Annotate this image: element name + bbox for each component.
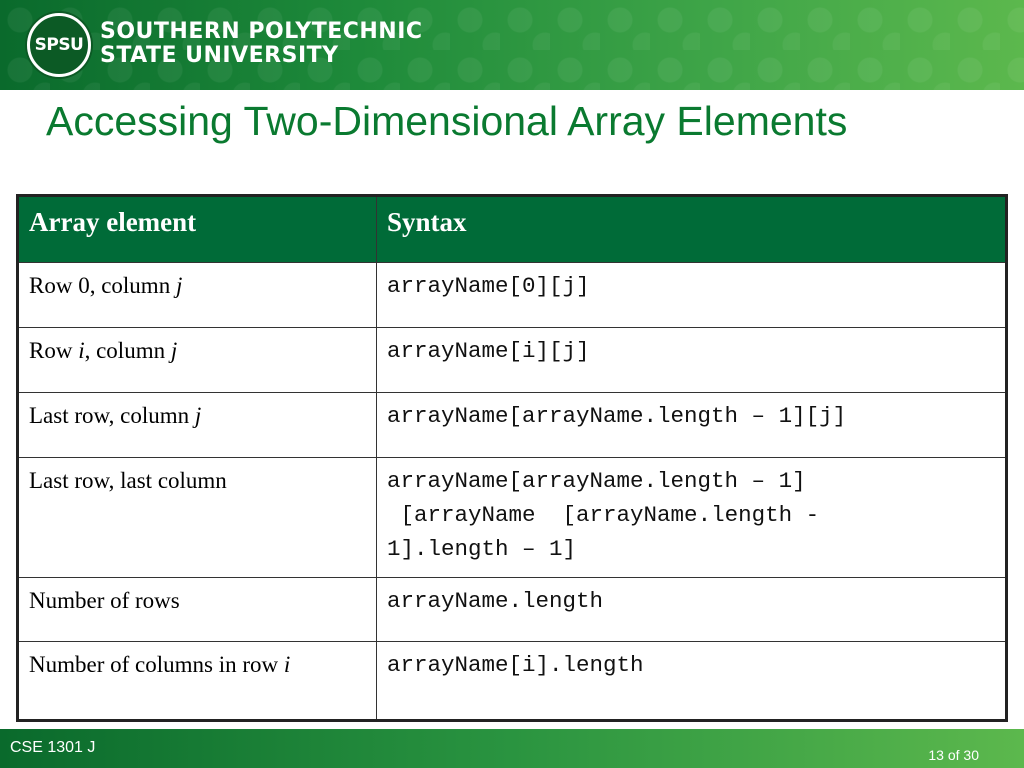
university-name-line2: STATE UNIVERSITY (100, 43, 339, 68)
element-var: j (175, 273, 183, 298)
logo-text: SPSU (34, 35, 84, 55)
header-array-element: Array element (17, 195, 377, 263)
element-var: j (194, 403, 202, 428)
array-element-cell: Last row, last column (17, 457, 377, 578)
slide-title: Accessing Two-Dimensional Array Elements (46, 98, 848, 144)
syntax-cell: arrayName[arrayName.length – 1][j] (376, 392, 1007, 458)
element-text: Number of rows (29, 588, 180, 613)
array-element-cell: Number of columns in row i (17, 641, 377, 721)
header-banner: SPSU SOUTHERN POLYTECHNIC STATE UNIVERSI… (0, 0, 1024, 90)
element-var: j (170, 338, 178, 363)
university-name-line1: SOUTHERN POLYTECHNIC (100, 19, 423, 44)
array-element-cell: Row 0, column j (17, 262, 377, 328)
table-row: Last row, last column arrayName[arrayNam… (17, 457, 1007, 578)
element-text: Last row, column (29, 403, 195, 428)
array-element-cell: Row i, column j (17, 327, 377, 393)
element-text: Row (29, 338, 79, 363)
array-element-cell: Number of rows (17, 577, 377, 642)
syntax-cell: arrayName[0][j] (376, 262, 1007, 328)
page-number: 13 of 30 (928, 747, 979, 763)
element-var: i (283, 652, 291, 677)
university-name: SOUTHERN POLYTECHNIC STATE UNIVERSITY (100, 20, 423, 68)
syntax-cell: arrayName[arrayName.length – 1] [arrayNa… (376, 457, 1007, 578)
array-access-table: Array element Syntax Row 0, column j arr… (16, 194, 1008, 722)
syntax-cell: arrayName[i][j] (376, 327, 1007, 393)
table-row: Number of columns in row i arrayName[i].… (17, 641, 1007, 721)
table-header-row: Array element Syntax (17, 195, 1007, 263)
header-syntax: Syntax (376, 195, 1007, 263)
table-row: Row i, column j arrayName[i][j] (17, 327, 1007, 393)
table-row: Last row, column j arrayName[arrayName.l… (17, 392, 1007, 458)
element-text: Row 0, column (29, 273, 176, 298)
university-seal-logo: SPSU (27, 13, 91, 77)
syntax-cell: arrayName[i].length (376, 641, 1007, 721)
array-element-cell: Last row, column j (17, 392, 377, 458)
footer-bar: CSE 1301 J 13 of 30 (0, 729, 1024, 768)
course-label: CSE 1301 J (10, 739, 96, 756)
table-row: Row 0, column j arrayName[0][j] (17, 262, 1007, 328)
syntax-cell: arrayName.length (376, 577, 1007, 642)
element-text: Number of columns in row (29, 652, 284, 677)
element-text: Last row, last column (29, 468, 227, 493)
table-row: Number of rows arrayName.length (17, 577, 1007, 642)
element-text-mid: , column (84, 338, 171, 363)
